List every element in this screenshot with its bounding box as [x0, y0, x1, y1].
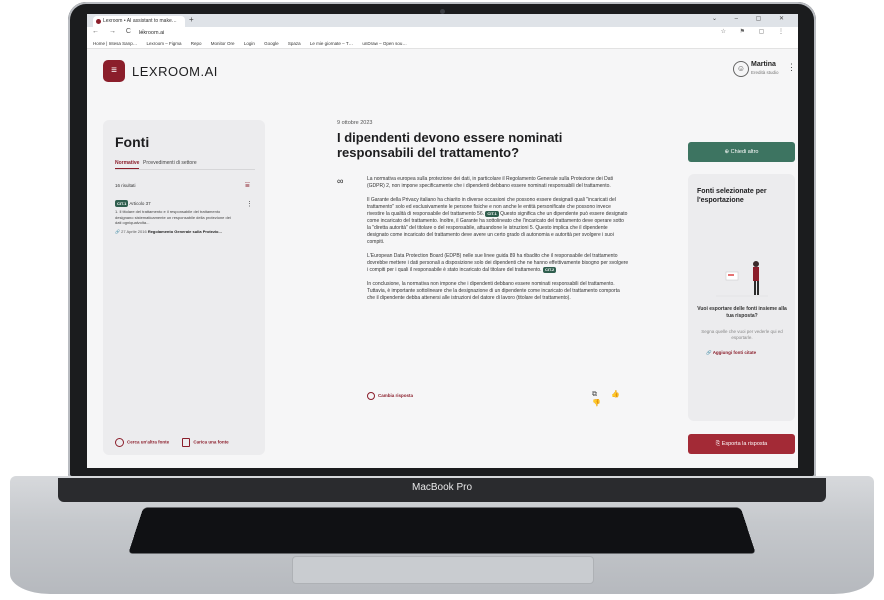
address-bar: ← → C ⌂ lexroom.ai ☆ ⚑ ▢ ⋮ [87, 27, 798, 39]
filter-icon[interactable]: ⩸ [245, 180, 250, 190]
bookmark[interactable]: Repo [191, 41, 202, 46]
user-name: Martina [751, 61, 776, 68]
card-date: 27 Aprile 2016 [121, 228, 147, 234]
link-icon: 🔗 [115, 228, 120, 234]
export-answer-button[interactable]: ⎘ Esporta la risposta [688, 434, 795, 454]
bookmark[interactable]: Spaza [288, 41, 301, 46]
tabs-divider [115, 169, 255, 170]
window-controls[interactable]: ⌄ – ▢ ✕ [712, 15, 792, 22]
menu-button[interactable]: ≡ [103, 60, 125, 82]
url-field[interactable]: lexroom.ai [139, 28, 164, 38]
upload-source-button[interactable]: Carica una fonte [193, 440, 228, 445]
upload-icon [182, 438, 191, 447]
export-panel-title: Fonti selezionate per l'esportazione [697, 188, 767, 204]
bookmark[interactable]: Login [244, 41, 255, 46]
search-icon [115, 438, 124, 447]
tab-provvedimenti[interactable]: Provvedimenti di settore [143, 160, 197, 166]
bookmark[interactable]: Lexroom – Figma [146, 41, 181, 46]
bookmark[interactable]: Monitor Ore [211, 41, 235, 46]
results-count: 16 risultati [115, 183, 136, 188]
feedback-icons[interactable]: ⧉ 👍 👎 [592, 390, 627, 407]
toolbar-icons[interactable]: ☆ ⚑ ▢ ⋮ [721, 28, 790, 35]
sources-title: Fonti [115, 134, 150, 150]
ask-more-button[interactable]: ⊕ Chiedi altro [688, 142, 795, 162]
article-title: I dipendenti devono essere nominati resp… [337, 130, 563, 160]
infinity-icon: ∞ [337, 176, 344, 186]
sources-panel: Fonti Normative Provvedimenti di settore… [103, 120, 265, 455]
citation-badge[interactable]: CIT.1 [485, 211, 499, 217]
bookmarks-bar: Home | Intesa Sanp… Lexroom – Figma Repo… [87, 39, 798, 49]
refresh-icon [367, 392, 375, 400]
source-card[interactable]: CIT.1 Articolo 37 1. Il titolare del tra… [115, 200, 255, 248]
paragraph: In conclusione, la normativa non impone … [367, 281, 620, 301]
trackpad [292, 556, 594, 584]
add-cited-sources-button[interactable]: 🔗 Aggiungi fonti citate [706, 350, 756, 356]
user-avatar-icon[interactable]: ☺ [733, 61, 749, 77]
new-tab-button[interactable]: + [189, 15, 194, 24]
bookmark[interactable]: unDraw – Open sou… [362, 41, 407, 46]
paragraph: L'European Data Protection Board (EDPB) … [367, 253, 629, 273]
change-answer-button[interactable]: Cambia risposta [367, 392, 413, 400]
article-date: 9 ottobre 2023 [337, 120, 373, 126]
screen: Lexroom • AI assistant to make… + ⌄ – ▢ … [87, 14, 798, 468]
card-article: Articolo 37 [129, 201, 151, 206]
browser-tab[interactable]: Lexroom • AI assistant to make… [93, 16, 185, 27]
device-label: MacBook Pro [411, 482, 473, 493]
sources-actions: Cerca un'altra fonte Carica una fonte [115, 438, 229, 447]
answer-body: La normativa europea sulla protezione de… [367, 176, 629, 309]
card-footer: 🔗 27 Aprile 2016 Regolamento Generale su… [115, 229, 255, 234]
user-role: Eredità studio [751, 70, 779, 75]
card-text: 1. Il titolare del trattamento e il resp… [115, 209, 231, 225]
export-panel: Fonti selezionate per l'esportazione Vuo… [688, 174, 795, 421]
user-menu-kebab-icon[interactable]: ⋮ [787, 62, 796, 73]
bookmark[interactable]: Home | Intesa Sanp… [93, 41, 137, 46]
citation-badge: CIT.1 [115, 200, 129, 207]
empty-state-illustration [716, 261, 768, 297]
citation-badge[interactable]: CIT.2 [542, 267, 557, 273]
paragraph: La normativa europea sulla protezione de… [367, 176, 613, 189]
lexroom-favicon-icon [96, 19, 101, 24]
export-hint: Segna quelle che vuoi per vederle qui ed… [701, 329, 783, 340]
paragraph: Il Garante della Privacy italiano ha chi… [367, 197, 628, 245]
browser-tabbar: Lexroom • AI assistant to make… + ⌄ – ▢ … [87, 14, 798, 27]
export-question: Vuoi esportare delle fonti insieme alla … [697, 306, 787, 319]
active-tab-underline [115, 168, 139, 169]
keyboard [128, 507, 756, 554]
card-source: Regolamento Generale sulla Protezio... [147, 228, 222, 234]
bookmark[interactable]: Le mie giornate – T… [310, 41, 353, 46]
answer-article: 9 ottobre 2023 I dipendenti devono esser… [337, 120, 628, 407]
logo: LEXROOM.AI [132, 64, 218, 79]
tab-title: Lexroom • AI assistant to make… [103, 18, 177, 24]
app-header: ≡ LEXROOM.AI ☺ Martina Eredità studio ⋮ [87, 50, 798, 90]
search-other-source-button[interactable]: Cerca un'altra fonte [127, 440, 169, 445]
bookmark[interactable]: Google [264, 41, 279, 46]
card-kebab-icon[interactable]: ⋮ [246, 200, 253, 208]
tab-normative[interactable]: Normative [115, 160, 139, 166]
card-head: CIT.1 Articolo 37 [115, 200, 255, 207]
